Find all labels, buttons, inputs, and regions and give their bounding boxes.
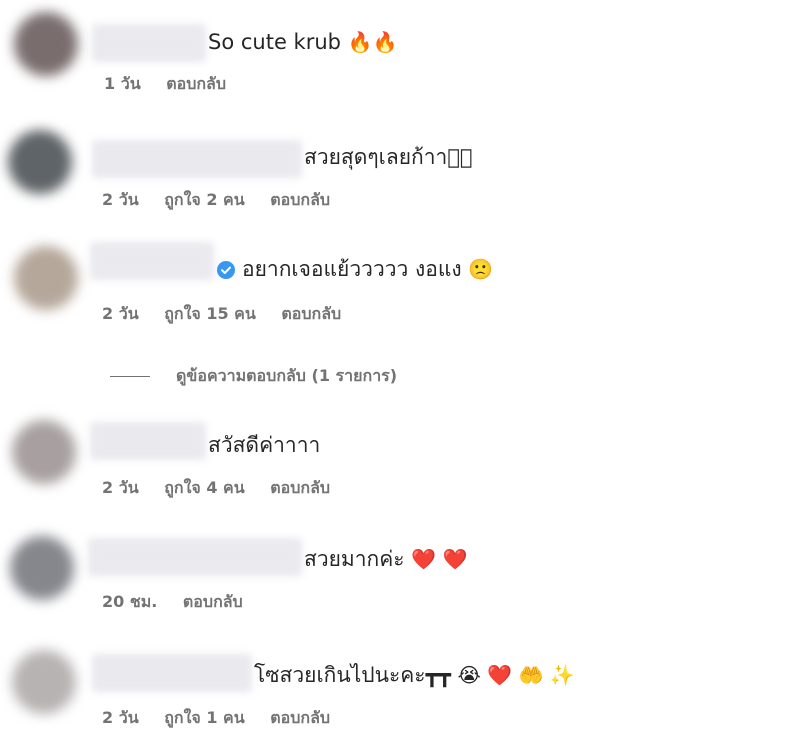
comment-meta: 2 วัน ถูกใจ 1 คน ตอบกลับ xyxy=(102,704,350,732)
verified-badge-icon xyxy=(217,261,235,279)
comment-time: 2 วัน xyxy=(102,304,139,323)
username-blurred[interactable] xyxy=(92,654,252,692)
comment-body: สวยสุดๆเลยก้าา xyxy=(304,145,448,169)
comment-text: อยากเจอแย้ววววว งอแง 🙁 xyxy=(242,252,493,286)
fire-emoji: 🔥🔥 xyxy=(347,30,398,54)
reply-button[interactable]: ตอบกลับ xyxy=(183,592,243,611)
view-replies-label: ดูข้อความตอบกลับ (1 รายการ) xyxy=(176,366,398,385)
sad-face-emoji: 🙁 xyxy=(468,257,494,281)
likes-count[interactable]: ถูกใจ 1 คน xyxy=(164,708,244,727)
likes-count[interactable]: ถูกใจ 2 คน xyxy=(164,190,244,209)
comment-meta: 1 วัน ตอบกลับ xyxy=(104,70,246,98)
username-blurred[interactable] xyxy=(90,422,206,460)
reply-button[interactable]: ตอบกลับ xyxy=(270,708,330,727)
comment-body: อยากเจอแย้ววววว งอแง xyxy=(242,257,462,281)
comment-body: สวัสดีค่าาาา xyxy=(208,433,321,457)
crying-heart-hands-sparkles-emoji: 😭 ❤️ 🤲 ✨ xyxy=(457,663,575,687)
username-blurred[interactable] xyxy=(88,538,302,576)
replies-divider-line xyxy=(110,376,150,377)
comment-item: So cute krub 🔥🔥 1 วัน ตอบกลับ xyxy=(0,0,800,110)
comment-body: โซสวยเกินไปนะคะ┳┳ xyxy=(254,663,451,687)
comment-meta: 2 วัน ถูกใจ 15 คน ตอบกลับ xyxy=(102,300,361,328)
comment-text: สวยมากค่ะ ❤️ ❤️ xyxy=(304,542,467,576)
avatar[interactable] xyxy=(8,130,72,194)
avatar[interactable] xyxy=(14,12,78,76)
comment-time: 2 วัน xyxy=(102,478,139,497)
avatar[interactable] xyxy=(14,246,78,310)
reply-button[interactable]: ตอบกลับ xyxy=(166,74,226,93)
comment-body: สวยมากค่ะ xyxy=(304,547,405,571)
username-blurred[interactable] xyxy=(92,140,302,178)
reply-button[interactable]: ตอบกลับ xyxy=(281,304,341,323)
comment-text: So cute krub 🔥🔥 xyxy=(208,25,397,59)
reply-button[interactable]: ตอบกลับ xyxy=(270,478,330,497)
comment-item: สวยสุดๆเลยก้าา􀀀􀀀 2 วัน ถูกใจ 2 คน ตอบกลั… xyxy=(0,118,800,228)
comment-meta: 20 ชม. ตอบกลับ xyxy=(102,588,263,616)
comment-time: 20 ชม. xyxy=(102,592,158,611)
view-replies-button[interactable]: ดูข้อความตอบกลับ (1 รายการ) xyxy=(110,362,397,390)
likes-count[interactable]: ถูกใจ 15 คน xyxy=(164,304,256,323)
comment-item: สวัสดีค่าาาา 2 วัน ถูกใจ 4 คน ตอบกลับ xyxy=(0,406,800,516)
comment-body: So cute krub xyxy=(208,30,341,54)
comment-time: 2 วัน xyxy=(102,708,139,727)
avatar[interactable] xyxy=(10,536,74,600)
comment-text: โซสวยเกินไปนะคะ┳┳ 😭 ❤️ 🤲 ✨ xyxy=(254,658,575,692)
comment-item: โซสวยเกินไปนะคะ┳┳ 😭 ❤️ 🤲 ✨ 2 วัน ถูกใจ 1… xyxy=(0,640,800,750)
reply-button[interactable]: ตอบกลับ xyxy=(270,190,330,209)
username-blurred[interactable] xyxy=(90,242,214,280)
avatar[interactable] xyxy=(12,420,76,484)
comment-text: สวยสุดๆเลยก้าา􀀀􀀀 xyxy=(304,140,473,174)
likes-count[interactable]: ถูกใจ 4 คน xyxy=(164,478,244,497)
comment-item: อยากเจอแย้ววววว งอแง 🙁 2 วัน ถูกใจ 15 คน… xyxy=(0,232,800,342)
comment-meta: 2 วัน ถูกใจ 4 คน ตอบกลับ xyxy=(102,474,350,502)
missing-glyph: 􀀀􀀀 xyxy=(447,145,473,169)
comment-text: สวัสดีค่าาาา xyxy=(208,428,320,462)
comment-time: 2 วัน xyxy=(102,190,139,209)
comment-meta: 2 วัน ถูกใจ 2 คน ตอบกลับ xyxy=(102,186,350,214)
comment-item: สวยมากค่ะ ❤️ ❤️ 20 ชม. ตอบกลับ xyxy=(0,522,800,632)
avatar[interactable] xyxy=(12,650,76,714)
comment-time: 1 วัน xyxy=(104,74,141,93)
username-blurred[interactable] xyxy=(92,24,206,62)
heart-emoji: ❤️ ❤️ xyxy=(411,547,468,571)
